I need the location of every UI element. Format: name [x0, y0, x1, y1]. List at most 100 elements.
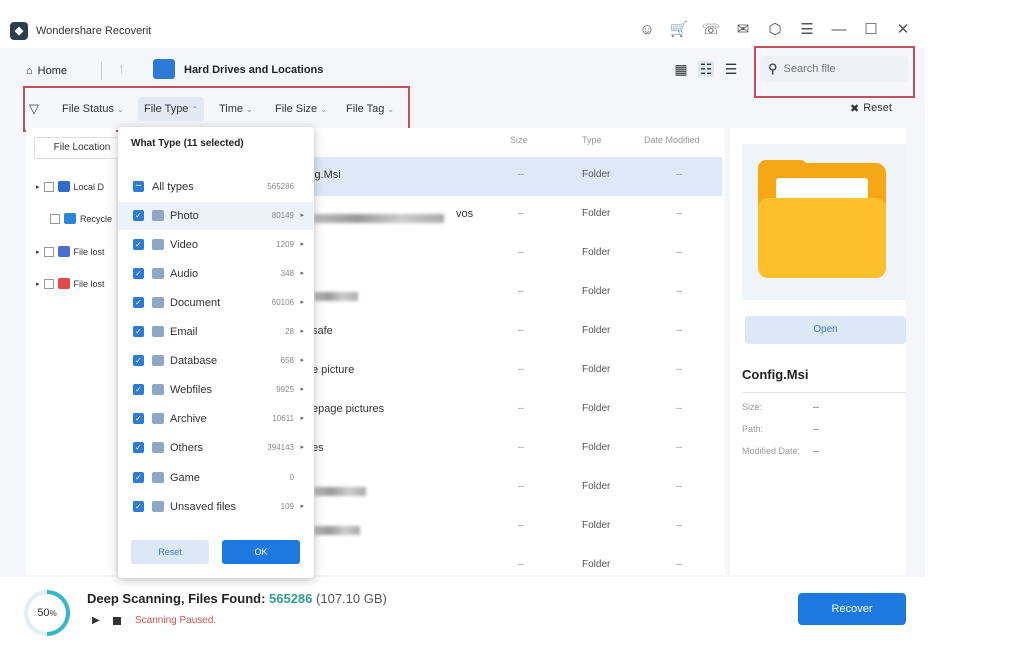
type-label: Video [170, 239, 198, 251]
row-size: -- [518, 169, 524, 179]
type-option-database[interactable]: ✓ Database 658 ▸ [118, 347, 314, 375]
row-type: Folder [582, 247, 611, 258]
row-date: -- [676, 325, 682, 335]
row-date: -- [676, 403, 682, 413]
checkbox[interactable] [50, 213, 60, 224]
checkbox[interactable] [43, 246, 54, 257]
type-label: Game [170, 472, 200, 484]
blurred-name [314, 289, 360, 303]
type-option-game[interactable]: ✓ Game 0 [118, 464, 314, 492]
type-option-email[interactable]: ✓ Email 28 ▸ [118, 318, 314, 346]
up-arrow-icon[interactable]: ↑ [118, 60, 125, 76]
user-lost-icon [57, 246, 70, 257]
window-controls: ☺ 🛒 ☏ ✉ ⬡ ☰ — ☐ ✕ [638, 20, 912, 39]
column-date-modified[interactable]: Date Modified [644, 135, 700, 145]
type-option-photo[interactable]: ✓ Photo 80149 ▸ [118, 202, 314, 230]
chevron-right-icon[interactable]: ▸ [300, 443, 304, 451]
home-label: Home [37, 65, 67, 77]
dropdown-title: What Type (11 selected) [131, 138, 244, 149]
checkbox-checked-icon[interactable]: ✓ [133, 472, 144, 483]
account-icon[interactable]: ☺ [638, 20, 656, 38]
row-type: Folder [582, 403, 611, 414]
checkbox-partial-icon[interactable]: – [133, 181, 144, 192]
dropdown-ok-button[interactable]: OK [222, 540, 300, 564]
chevron-right-icon[interactable]: ▸ [300, 327, 304, 335]
type-option-webfiles[interactable]: ✓ Webfiles 9925 ▸ [118, 376, 314, 404]
chevron-right-icon[interactable]: ▸ [300, 414, 304, 422]
home-button[interactable]: ⌂ Home [26, 60, 67, 82]
expand-icon[interactable]: ▸ [36, 280, 40, 288]
chevron-right-icon[interactable]: ▸ [300, 240, 304, 248]
checkbox-checked-icon[interactable]: ✓ [133, 239, 144, 250]
type-option-all[interactable]: – All types 565286 [118, 173, 314, 201]
chevron-right-icon[interactable]: ▸ [300, 211, 304, 219]
shield-icon[interactable]: ⬡ [766, 20, 784, 38]
play-icon[interactable]: ▶ [92, 615, 100, 626]
type-option-unsaved[interactable]: ✓ Unsaved files 109 ▸ [118, 493, 314, 521]
menu-icon[interactable]: ☰ [798, 20, 816, 38]
checkbox[interactable] [43, 181, 54, 192]
type-option-video[interactable]: ✓ Video 1209 ▸ [118, 231, 314, 259]
expand-icon[interactable]: ▸ [36, 183, 40, 191]
minimize-icon[interactable]: — [830, 20, 848, 38]
checkbox-checked-icon[interactable]: ✓ [133, 384, 144, 395]
checkbox[interactable] [43, 278, 54, 289]
headset-icon[interactable]: ☏ [702, 20, 721, 38]
maximize-icon[interactable]: ☐ [862, 20, 880, 38]
sidebar-item-label: Local D [73, 181, 105, 192]
sidebar-item-local-disk[interactable]: ▸ Local D [36, 181, 118, 192]
recover-button[interactable]: Recover [798, 593, 906, 625]
checkbox-checked-icon[interactable]: ✓ [133, 355, 144, 366]
expand-icon[interactable]: ▸ [36, 248, 40, 256]
type-option-audio[interactable]: ✓ Audio 348 ▸ [118, 260, 314, 288]
blurred-name [314, 484, 368, 498]
row-type: Folder [582, 325, 611, 336]
stop-icon[interactable] [113, 617, 121, 625]
chevron-right-icon[interactable]: ▸ [300, 356, 304, 364]
chevron-right-icon[interactable]: ▸ [300, 269, 304, 277]
open-button[interactable]: Open [745, 316, 906, 344]
sidebar-item-file-lost-2[interactable]: ▸ File lost [36, 278, 118, 289]
type-label: Photo [170, 210, 199, 222]
type-option-archive[interactable]: ✓ Archive 10611 ▸ [118, 405, 314, 433]
checkbox-checked-icon[interactable]: ✓ [133, 442, 144, 453]
row-date: -- [676, 559, 682, 569]
checkbox-checked-icon[interactable]: ✓ [133, 501, 144, 512]
row-size: -- [518, 364, 524, 374]
type-option-others[interactable]: ✓ Others 394143 ▸ [118, 434, 314, 462]
dropdown-reset-button[interactable]: Reset [131, 540, 209, 564]
checkbox-checked-icon[interactable]: ✓ [133, 268, 144, 279]
meta-label-size: Size: [742, 402, 763, 412]
tab-file-location[interactable]: File Location [34, 137, 130, 159]
sidebar-item-file-lost-1[interactable]: ▸ File lost [36, 246, 118, 257]
row-size: -- [518, 247, 524, 257]
grid-view-icon[interactable]: ▦ [673, 61, 689, 77]
chevron-right-icon[interactable]: ▸ [300, 385, 304, 393]
cart-icon[interactable]: 🛒 [670, 20, 689, 38]
folder-icon [758, 198, 886, 278]
row-type: Folder [582, 559, 611, 570]
column-size[interactable]: Size [510, 135, 528, 145]
hard-drive-icon [153, 59, 175, 79]
detail-view-icon[interactable]: ☷ [698, 61, 714, 77]
row-type: Folder [582, 442, 611, 453]
type-label: Database [170, 355, 218, 367]
checkbox-checked-icon[interactable]: ✓ [133, 210, 144, 221]
column-type[interactable]: Type [582, 135, 602, 145]
mail-icon[interactable]: ✉ [734, 20, 752, 38]
list-view-icon[interactable]: ☰ [723, 61, 739, 77]
chevron-right-icon[interactable]: ▸ [300, 502, 304, 510]
reset-filters-button[interactable]: ✖ Reset [850, 102, 892, 115]
type-count: 60106 [271, 298, 294, 307]
drive-icon [57, 181, 70, 192]
checkbox-checked-icon[interactable]: ✓ [133, 326, 144, 337]
recycle-bin-icon [64, 213, 76, 224]
checkbox-checked-icon[interactable]: ✓ [133, 297, 144, 308]
checkbox-checked-icon[interactable]: ✓ [133, 413, 144, 424]
type-option-document[interactable]: ✓ Document 60106 ▸ [118, 289, 314, 317]
blurred-name [314, 211, 446, 225]
chevron-right-icon[interactable]: ▸ [300, 298, 304, 306]
progress-value: 50% [28, 594, 66, 632]
archive-icon [152, 413, 164, 424]
close-icon[interactable]: ✕ [894, 20, 912, 38]
